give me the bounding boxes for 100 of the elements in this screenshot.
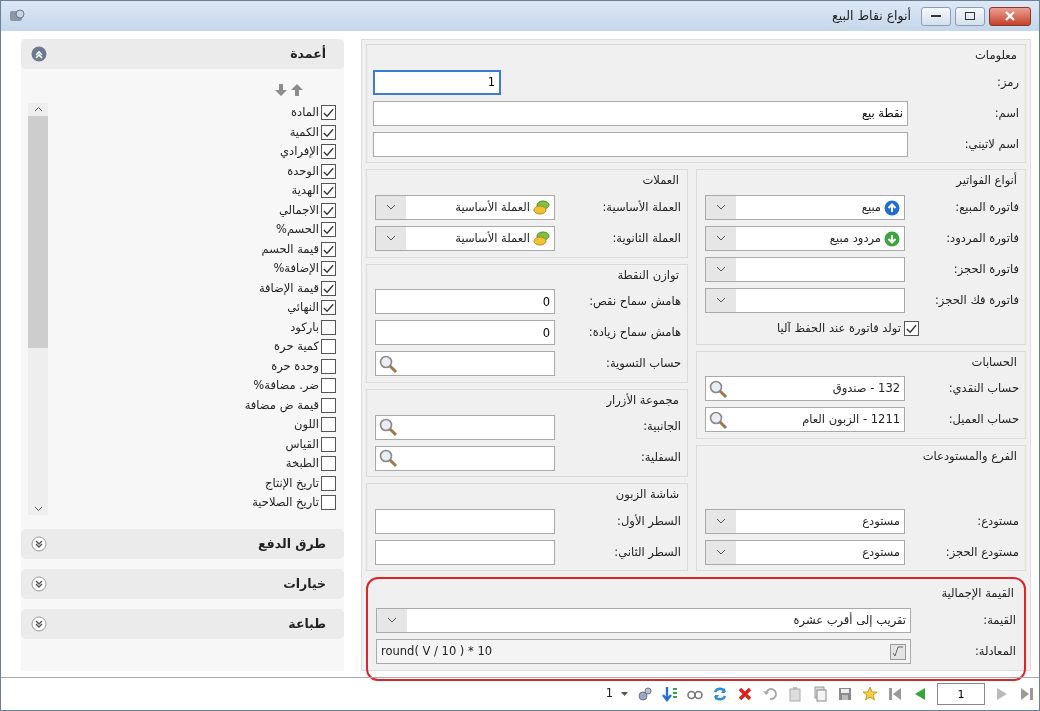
checkbox-label: الاجمالي — [278, 201, 319, 219]
last-page-icon[interactable] — [1019, 686, 1035, 702]
checkbox[interactable] — [321, 456, 336, 472]
chevrons-down-icon[interactable] — [31, 576, 47, 592]
checkbox[interactable] — [321, 378, 336, 394]
input-field[interactable]: 1 — [373, 69, 501, 95]
formula-field[interactable]: round( V / 10 ) * 10 — [376, 639, 911, 664]
combo-box[interactable] — [705, 288, 906, 313]
checkbox[interactable] — [321, 183, 336, 199]
checkbox[interactable] — [321, 261, 336, 277]
checkbox[interactable] — [321, 144, 336, 160]
combo-box[interactable]: تقريب إلى أقرب عشرة — [376, 608, 911, 633]
checkbox[interactable] — [904, 321, 919, 336]
lookup-field[interactable] — [375, 445, 555, 471]
combo-box[interactable]: العملة الأساسية — [375, 195, 555, 220]
input-field[interactable]: نقطة بيع — [373, 100, 908, 126]
arrow-up-icon[interactable] — [290, 83, 304, 97]
checkbox-label: قيمة ض مضافة — [244, 396, 319, 414]
caret-icon[interactable] — [621, 692, 628, 696]
chevron-down-icon — [386, 204, 396, 211]
checkbox-label: الهدية — [291, 182, 319, 200]
arrow-down-circle-icon — [884, 230, 901, 247]
chevron-down-icon — [716, 297, 727, 304]
search-icon[interactable] — [708, 378, 729, 399]
combo-box[interactable]: مبيع — [705, 195, 906, 220]
function-icon[interactable] — [890, 643, 906, 660]
minimize-button[interactable] — [921, 6, 951, 26]
arrow-down-icon[interactable] — [274, 83, 288, 97]
panel-header[interactable]: طرق الدفع — [21, 529, 344, 559]
checkbox[interactable] — [321, 163, 336, 179]
star-icon[interactable] — [862, 686, 878, 702]
lookup-field[interactable] — [375, 351, 555, 377]
combo-box[interactable]: مستودع — [705, 508, 906, 534]
lookup-field[interactable]: 132 - صندوق — [705, 376, 906, 402]
first-page-icon[interactable] — [887, 686, 903, 702]
window-title: أنواع نقاط البيع — [832, 6, 911, 26]
scrollbar[interactable] — [28, 103, 48, 515]
lookup-field[interactable] — [375, 414, 555, 440]
checkbox-label: الكمية — [289, 123, 319, 141]
field-label: اسم: — [993, 104, 1019, 122]
save-icon[interactable] — [837, 686, 853, 702]
undo-icon[interactable] — [762, 686, 778, 702]
combo-box[interactable]: مستودع — [705, 539, 906, 565]
chevrons-down-icon[interactable] — [31, 536, 47, 552]
checkbox[interactable] — [321, 475, 336, 491]
copy-icon[interactable] — [812, 686, 828, 702]
checkbox[interactable] — [321, 222, 336, 238]
combo-box[interactable]: العملة الأساسية — [375, 226, 555, 251]
sort-icon[interactable] — [662, 686, 678, 702]
lookup-field[interactable]: 1211 - الزبون العام — [705, 407, 906, 433]
checkbox[interactable] — [321, 339, 336, 355]
checkbox[interactable] — [321, 202, 336, 218]
chevrons-up-icon[interactable] — [31, 46, 47, 62]
page-number-field[interactable]: 1 — [937, 683, 985, 705]
checkbox[interactable] — [321, 417, 336, 433]
panel-header[interactable]: خيارات — [21, 569, 344, 599]
checkbox[interactable] — [321, 241, 336, 257]
checkbox[interactable] — [321, 280, 336, 296]
chevron-down-icon — [386, 235, 396, 242]
checkbox-label: الإضافة% — [273, 260, 319, 278]
refresh-icon[interactable] — [712, 686, 728, 702]
checkbox[interactable] — [321, 358, 336, 374]
input-field[interactable]: 0 — [375, 320, 555, 346]
chevron-down-icon — [716, 204, 727, 211]
input-field[interactable]: 0 — [375, 289, 555, 315]
search-icon[interactable] — [708, 409, 729, 430]
field-label: حساب العميل: — [947, 411, 1019, 429]
field-label: مستودع: — [976, 512, 1019, 530]
chevron-down-icon — [716, 517, 727, 525]
dropdown-button[interactable] — [706, 509, 737, 533]
checkbox[interactable] — [321, 319, 336, 335]
input-field[interactable] — [375, 539, 555, 565]
checkbox[interactable] — [321, 495, 336, 511]
field-label: اسم لاتيني: — [963, 135, 1019, 153]
search-icon[interactable] — [378, 448, 398, 468]
clipboard-icon[interactable] — [787, 686, 803, 702]
checkbox[interactable] — [321, 397, 336, 413]
input-field[interactable] — [375, 508, 555, 534]
field-label: القيمة: — [982, 611, 1016, 629]
panel-header[interactable]: أعمدة — [21, 39, 344, 69]
checkbox[interactable] — [321, 436, 336, 452]
chevron-down-icon[interactable] — [33, 506, 43, 512]
maximize-button[interactable] — [955, 6, 985, 26]
checkbox-label: تولد فاتورة عند الحفظ آليا — [777, 319, 901, 337]
checkbox[interactable] — [321, 105, 336, 121]
delete-icon[interactable] — [737, 686, 753, 702]
input-field[interactable] — [373, 131, 908, 157]
checkbox[interactable] — [321, 124, 336, 140]
chevrons-down-icon[interactable] — [31, 616, 47, 632]
combo-box[interactable]: مردود مبيع — [705, 226, 906, 251]
search-icon[interactable] — [378, 353, 398, 374]
checkbox[interactable] — [321, 300, 336, 316]
field-label: السفلية: — [639, 449, 682, 467]
combo-box[interactable] — [705, 257, 906, 282]
dropdown-button[interactable] — [706, 540, 737, 564]
panel-header[interactable]: طباعة — [21, 609, 344, 639]
field-label: حساب النقدي: — [947, 380, 1019, 398]
close-button[interactable] — [989, 6, 1031, 26]
chevron-up-icon[interactable] — [33, 106, 43, 112]
search-icon[interactable] — [378, 417, 398, 437]
